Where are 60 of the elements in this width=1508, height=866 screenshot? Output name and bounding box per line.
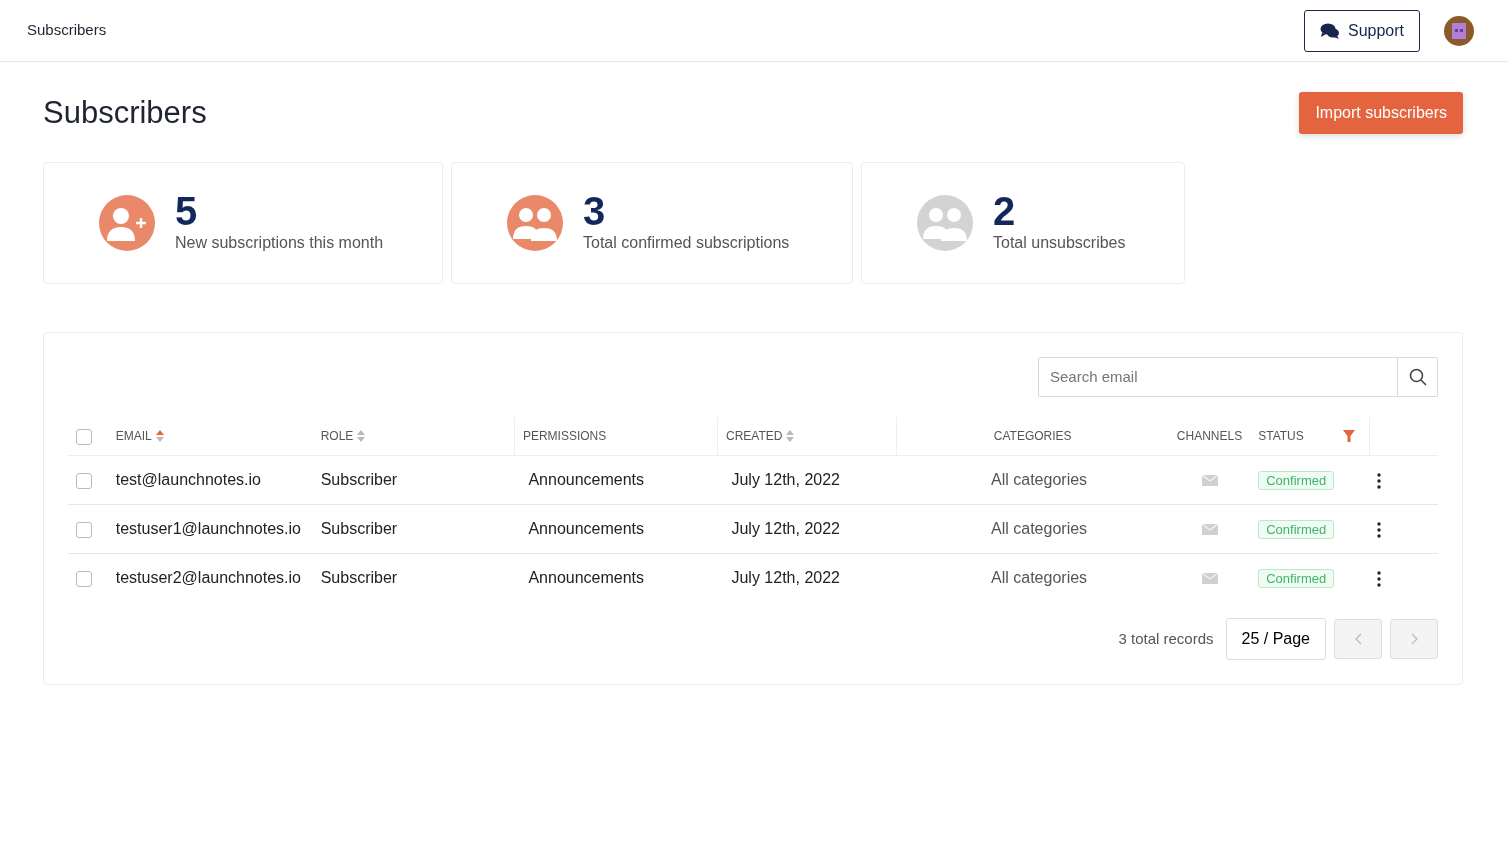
stat-value: 2 (993, 191, 1017, 231)
stat-value: 5 (175, 191, 199, 231)
table-cell: testuser1@launchnotes.io (115, 520, 301, 537)
chevron-right-icon (1409, 633, 1419, 645)
table-cell: All categories (991, 471, 1088, 488)
row-checkbox[interactable] (76, 570, 92, 587)
table-cell: test@launchnotes.io (115, 471, 261, 488)
table-cell: Subscriber (320, 520, 398, 537)
stat-value: 3 (583, 191, 607, 231)
table-cell: Subscriber (320, 569, 398, 586)
envelope-icon (1201, 573, 1218, 585)
table-cell: All categories (991, 520, 1088, 537)
more-options-icon[interactable] (1377, 570, 1382, 587)
support-button[interactable]: Support (1303, 9, 1420, 52)
table-cell: testuser2@launchnotes.io (115, 569, 301, 586)
column-header: STATUS (1258, 428, 1304, 445)
chat-bubbles-icon (1319, 22, 1340, 39)
search-icon (1408, 368, 1427, 386)
envelope-icon (1201, 524, 1218, 536)
add-user-icon (99, 195, 155, 251)
select-all-checkbox[interactable] (76, 428, 92, 445)
table-cell: July 12th, 2022 (731, 569, 840, 586)
search-input[interactable]: Search email (1038, 357, 1398, 397)
sort-icon[interactable] (155, 430, 164, 442)
search-button[interactable] (1398, 357, 1438, 397)
avatar[interactable] (1444, 15, 1474, 46)
table-cell: July 12th, 2022 (731, 520, 840, 537)
table-cell: All categories (991, 569, 1088, 586)
row-checkbox[interactable] (76, 521, 92, 538)
stat-label: Total unsubscribes (993, 233, 1126, 253)
page-size-select[interactable]: 25 / Page (1225, 618, 1326, 660)
users-icon (507, 195, 563, 251)
total-records: 3 total records (1118, 628, 1214, 649)
users-icon (917, 195, 973, 251)
table-cell: Announcements (528, 471, 645, 488)
more-options-icon[interactable] (1377, 472, 1382, 489)
column-header: CATEGORIES (993, 428, 1072, 445)
column-header: PERMISSIONS (522, 428, 607, 445)
column-header: EMAIL (115, 428, 152, 445)
sort-icon[interactable] (357, 430, 366, 442)
status-tag: Confirmed (1258, 569, 1335, 588)
table-cell: Announcements (528, 520, 645, 537)
stat-label: New subscriptions this month (175, 233, 384, 253)
table-cell: Subscriber (320, 471, 398, 488)
status-tag: Confirmed (1258, 471, 1335, 490)
stat-label: Total confirmed subscriptions (583, 233, 790, 253)
envelope-icon (1201, 475, 1218, 487)
topbar-title: Subscribers (27, 20, 107, 41)
column-header: CREATED (725, 428, 783, 445)
more-options-icon[interactable] (1377, 521, 1382, 538)
table-cell: July 12th, 2022 (731, 471, 840, 488)
table-cell: Announcements (528, 569, 645, 586)
sort-icon[interactable] (786, 430, 795, 442)
chevron-left-icon (1353, 633, 1363, 645)
page-title: Subscribers (43, 94, 207, 132)
status-tag: Confirmed (1258, 520, 1335, 539)
column-header: ROLE (320, 428, 354, 445)
filter-icon[interactable] (1342, 430, 1355, 442)
row-checkbox[interactable] (76, 472, 92, 489)
column-header: CHANNELS (1176, 428, 1243, 445)
